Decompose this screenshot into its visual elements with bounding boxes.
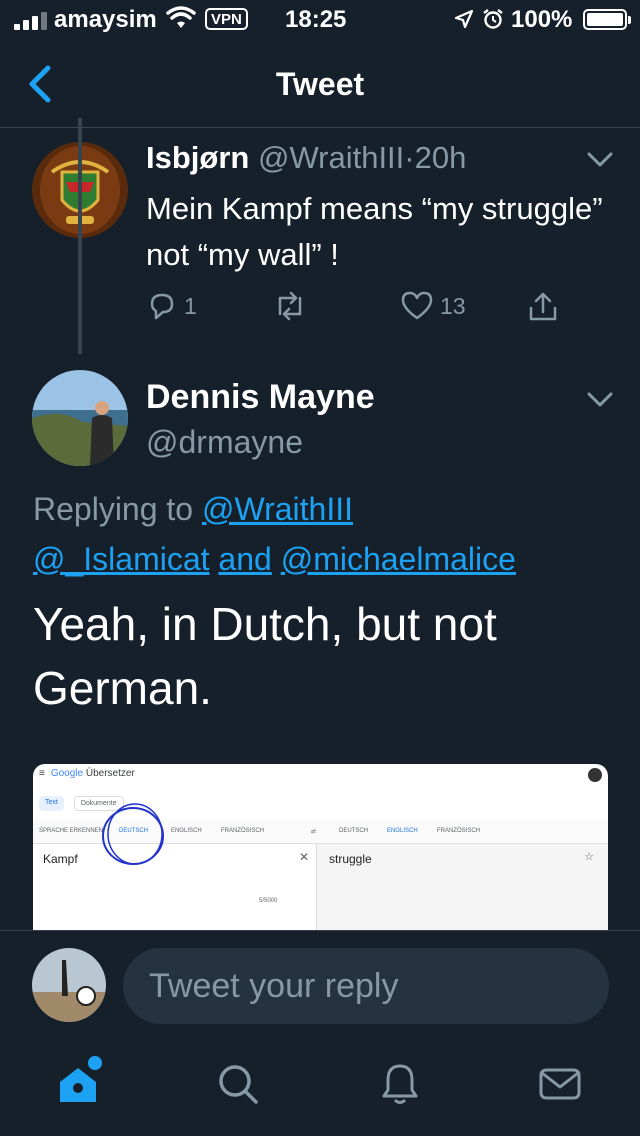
star-icon: ☆ (584, 851, 594, 863)
tab-text: Text (39, 796, 64, 811)
author-handle[interactable]: @WraithIII (258, 140, 404, 175)
lang-option: SPRACHE ERKENNEN (39, 828, 104, 834)
person-on-coast-avatar[interactable] (32, 370, 128, 466)
reply-icon (150, 293, 174, 320)
author-handle[interactable]: @drmayne (146, 424, 303, 461)
search-icon[interactable] (216, 1062, 260, 1106)
translate-header: ≡ Google Übersetzer (39, 768, 135, 779)
page-title: Tweet (275, 66, 365, 102)
home-notification-dot (88, 1056, 102, 1070)
nav-header: Tweet (0, 40, 640, 128)
tweet-actions: 1 13 (146, 290, 586, 330)
mention-link[interactable]: @WraithIII (202, 491, 353, 527)
reply-composer (0, 930, 640, 1042)
battery-icon (583, 9, 631, 30)
hand-drawn-circle (102, 803, 164, 865)
tweet-text: Mein Kampf means “my struggle” not “my w… (146, 191, 603, 272)
share-button[interactable] (526, 290, 560, 324)
tweet-time: 20h (414, 140, 467, 175)
app-name: Übersetzer (85, 768, 135, 779)
location-arrow-icon (454, 9, 474, 29)
wifi-icon (166, 6, 196, 28)
vpn-badge: VPN (205, 8, 248, 30)
chevron-down-icon[interactable] (586, 390, 614, 410)
swap-icon: ⇄ (311, 829, 317, 835)
replying-to-line: Replying to @WraithIII @_Islamicat and @… (33, 484, 623, 584)
thread-connector-line (78, 118, 82, 354)
lang-option: ENGLISCH (171, 828, 202, 834)
retweet-button[interactable] (272, 290, 308, 322)
user-avatar[interactable] (32, 948, 106, 1022)
translation-panel: struggle ☆ (316, 844, 608, 930)
lang-option: FRANZÖSISCH (221, 828, 265, 834)
chevron-down-icon[interactable] (586, 150, 614, 170)
author-name[interactable]: Isbjørn (146, 140, 249, 175)
google-brand: Google (50, 768, 84, 779)
messages-icon[interactable] (538, 1062, 582, 1106)
source-text: Kampf (43, 852, 78, 866)
account-avatar (588, 768, 602, 782)
retweet-icon (278, 291, 302, 321)
notifications-icon[interactable] (378, 1062, 422, 1106)
reply-count: 1 (184, 292, 197, 319)
alarm-clock-icon (483, 9, 503, 29)
parent-tweet-header: Isbjørn @WraithIII·20h (146, 140, 466, 176)
lang-option: FRANZÖSISCH (437, 828, 481, 834)
replying-prefix: Replying to (33, 491, 194, 527)
mention-and[interactable]: and (218, 541, 271, 577)
reply-button[interactable]: 1 (146, 290, 197, 322)
cellular-signal-icon (14, 10, 47, 30)
battery-percentage: 100% (511, 6, 573, 33)
separator-dot: · (404, 140, 415, 175)
bottom-tab-bar (0, 1042, 640, 1136)
clear-icon: ✕ (299, 850, 310, 864)
mention-link[interactable]: @michaelmalice (281, 541, 516, 577)
author-name[interactable]: Dennis Mayne (146, 378, 375, 417)
translation-text: struggle (329, 852, 372, 866)
like-count: 13 (440, 292, 466, 319)
mention-link[interactable]: @_Islamicat (33, 541, 210, 577)
tweet-text: Yeah, in Dutch, but not German. (33, 598, 497, 714)
like-button[interactable]: 13 (400, 290, 466, 322)
reply-input[interactable] (123, 948, 609, 1024)
heart-icon (401, 291, 433, 320)
lang-option: ENGLISCH (387, 828, 418, 834)
tweet-image[interactable]: ≡ Google Übersetzer Text Dokumente SPRAC… (33, 764, 608, 930)
status-time: 18:25 (285, 6, 347, 33)
carrier-name: amaysim (54, 6, 157, 33)
char-count: 5/5000 (259, 898, 278, 904)
parent-tweet[interactable]: Isbjørn @WraithIII·20h Mein Kampf means … (0, 128, 640, 368)
menu-icon: ≡ (39, 768, 45, 779)
lang-option: DEUTSCH (339, 828, 369, 834)
status-bar: amaysim VPN 18:25 100% (0, 0, 640, 40)
share-icon (529, 292, 557, 321)
